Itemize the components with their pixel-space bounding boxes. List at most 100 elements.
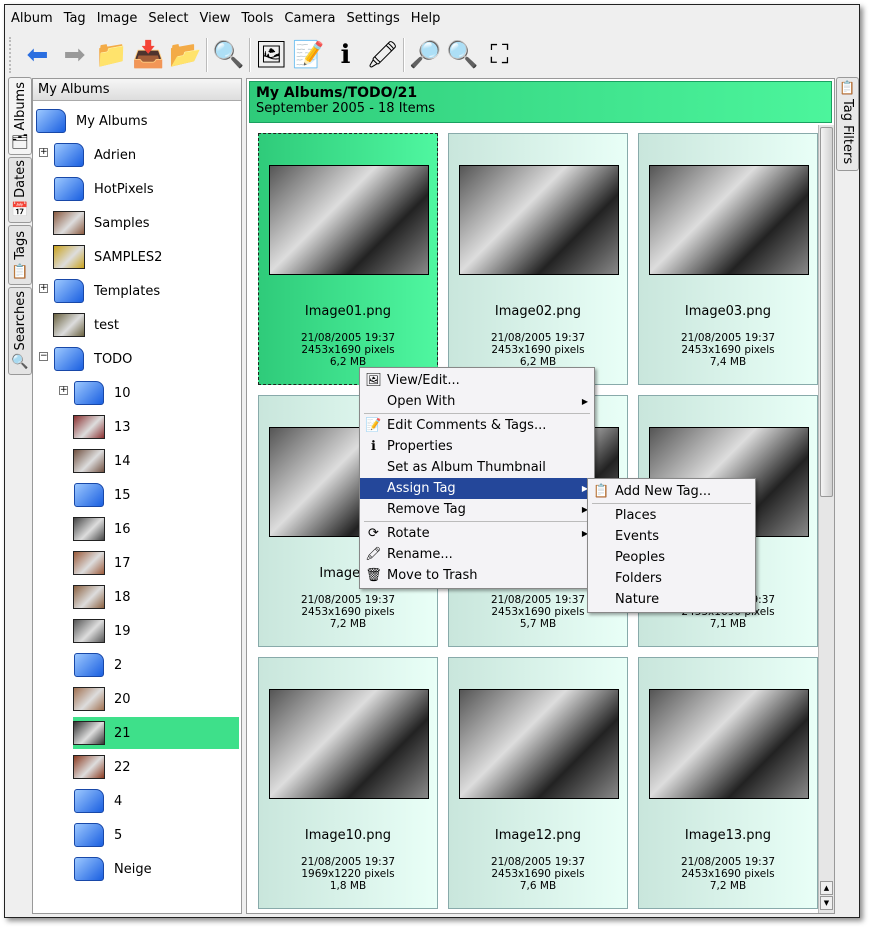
tree-item-label: 14 xyxy=(114,453,131,469)
trash-icon: 🗑 xyxy=(365,568,382,583)
tree-item[interactable]: Adrien xyxy=(53,139,136,171)
menu-tag[interactable]: Tag xyxy=(58,8,91,30)
menu-item-peoples[interactable]: Peoples xyxy=(588,547,755,568)
tab-label: Tags xyxy=(12,231,28,260)
menu-tools[interactable]: Tools xyxy=(235,8,278,30)
image-date: 21/08/2005 19:37 xyxy=(300,856,396,868)
tree-item[interactable]: 14 xyxy=(73,445,131,477)
image-dims: 2453x1690 pixels xyxy=(491,344,585,356)
menu-item-nature[interactable]: Nature xyxy=(588,589,755,610)
image-thumbnail-tile[interactable]: Image02.png 21/08/2005 19:37 2453x1690 pix… xyxy=(448,133,628,385)
tree-item[interactable]: 19 xyxy=(73,615,131,647)
tree-item[interactable]: 21 xyxy=(73,717,239,749)
tab-tags[interactable]: Tags 📋 xyxy=(8,225,32,285)
back-button[interactable]: ⬅ xyxy=(19,36,56,74)
folder-icon xyxy=(73,481,105,509)
tree-item[interactable]: HotPixels xyxy=(53,173,154,205)
search-button[interactable]: 🔍 xyxy=(210,36,247,74)
menu-item-assign-tag[interactable]: Assign Tag ▶ xyxy=(360,478,594,499)
menu-select[interactable]: Select xyxy=(142,8,193,30)
tab-tag-filters[interactable]: 📋 Tag Filters xyxy=(836,77,859,171)
properties-button[interactable]: ℹ xyxy=(327,36,364,74)
edit-album-button[interactable]: 📂 xyxy=(167,36,204,74)
menu-camera[interactable]: Camera xyxy=(278,8,340,30)
menu-item-places[interactable]: Places xyxy=(588,505,755,526)
import-album-button[interactable]: 📥 xyxy=(130,36,167,74)
scroll-down-button[interactable]: ▼ xyxy=(820,896,833,910)
scrollbar-thumb[interactable] xyxy=(820,127,833,497)
tree-item[interactable]: 15 xyxy=(73,479,131,511)
tree-item-label: Adrien xyxy=(94,147,137,163)
tree-expander[interactable]: + xyxy=(39,284,48,293)
assign-tag-submenu: 📋 Add New Tag... Places Events Peoples Folder… xyxy=(587,478,756,613)
toolbar-handle[interactable] xyxy=(9,37,19,73)
tree-item[interactable]: 2 xyxy=(73,649,122,681)
tree-item[interactable]: TODO xyxy=(53,343,132,375)
vertical-scrollbar[interactable]: ▲ ▼ xyxy=(818,125,834,913)
menu-item-view-edit[interactable]: 🖼 View/Edit... xyxy=(360,370,594,391)
tree-item[interactable]: 13 xyxy=(73,411,131,443)
tree-item[interactable]: 10 xyxy=(73,377,131,409)
menu-item-move-to-trash[interactable]: 🗑 Move to Trash xyxy=(360,565,594,586)
tree-expander[interactable]: + xyxy=(39,148,48,157)
new-album-button[interactable]: 📁 xyxy=(93,36,130,74)
tab-albums[interactable]: Albums 🗂 xyxy=(8,77,32,155)
zoom-out-button[interactable]: 🔍 xyxy=(444,36,481,74)
menu-item-edit-comments-tags[interactable]: 📝 Edit Comments & Tags... xyxy=(360,415,594,436)
tree-item[interactable]: 5 xyxy=(73,819,122,851)
menu-separator xyxy=(364,413,590,414)
image-thumbnail-tile[interactable]: Image01.png 21/08/2005 19:37 2453x1690 pix… xyxy=(258,133,438,385)
zoom-in-button[interactable]: 🔎 xyxy=(407,36,444,74)
tree-item[interactable]: 4 xyxy=(73,785,122,817)
menu-album[interactable]: Album xyxy=(5,8,58,30)
image-preview xyxy=(459,689,619,799)
menu-item-properties[interactable]: ℹ Properties xyxy=(360,436,594,457)
tree-item[interactable]: Templates xyxy=(53,275,160,307)
tree-item[interactable]: SAMPLES2 xyxy=(53,241,162,273)
tree-expander[interactable]: − xyxy=(39,352,48,361)
forward-button[interactable]: ➡ xyxy=(56,36,93,74)
tree-item[interactable]: 22 xyxy=(73,751,131,783)
folder-icon xyxy=(73,821,105,849)
edit-comments-button[interactable]: 📝 xyxy=(290,36,327,74)
tree-item[interactable]: 20 xyxy=(73,683,131,715)
edit-album-icon: 📂 xyxy=(169,40,202,70)
menu-item-add-new-tag[interactable]: 📋 Add New Tag... xyxy=(588,481,755,502)
menu-help[interactable]: Help xyxy=(405,8,446,30)
menu-item-set-as-album-thumbnail[interactable]: Set as Album Thumbnail xyxy=(360,457,594,478)
zoom-out-icon: 🔍 xyxy=(446,40,479,70)
tree-item[interactable]: Samples xyxy=(53,207,150,239)
image-thumbnail-tile[interactable]: Image10.png 21/08/2005 19:37 1969x1220 pix… xyxy=(258,657,438,909)
menu-item-events[interactable]: Events xyxy=(588,526,755,547)
view-image-button[interactable]: 🖼 xyxy=(253,36,290,74)
tree-item[interactable]: test xyxy=(53,309,119,341)
tree-item[interactable]: 16 xyxy=(73,513,131,545)
album-thumbnail xyxy=(73,617,105,645)
scroll-up-button[interactable]: ▲ xyxy=(820,881,833,895)
menu-item-open-with[interactable]: Open With ▶ xyxy=(360,391,594,412)
fullscreen-button[interactable]: ⛶ xyxy=(481,36,518,74)
image-thumbnail-tile[interactable]: Image13.png 21/08/2005 19:37 2453x1690 pix… xyxy=(638,657,818,909)
image-thumbnail-tile[interactable]: Image12.png 21/08/2005 19:37 2453x1690 pix… xyxy=(448,657,628,909)
tree-expander[interactable]: + xyxy=(59,386,68,395)
menu-image[interactable]: Image xyxy=(91,8,143,30)
rename-button[interactable]: 🖍 xyxy=(364,36,401,74)
tree-item[interactable]: Neige xyxy=(73,853,152,885)
tree-item[interactable]: 17 xyxy=(73,547,131,579)
tree-item[interactable]: My Albums xyxy=(35,105,147,137)
image-size: 7,6 MB xyxy=(519,880,557,892)
menu-view[interactable]: View xyxy=(194,8,236,30)
menu-settings[interactable]: Settings xyxy=(340,8,404,30)
menu-item-rotate[interactable]: ⟳ Rotate ▶ xyxy=(360,523,594,544)
tab-dates[interactable]: Dates 📅 xyxy=(8,157,32,223)
tree-item[interactable]: 18 xyxy=(73,581,131,613)
tree-item-label: HotPixels xyxy=(94,181,154,197)
tab-searches[interactable]: Searches 🔍 xyxy=(8,287,32,375)
image-thumbnail-tile[interactable]: Image03.png 21/08/2005 19:37 2453x1690 pix… xyxy=(638,133,818,385)
menu-item-folders[interactable]: Folders xyxy=(588,568,755,589)
menu-item-remove-tag[interactable]: Remove Tag ▶ xyxy=(360,499,594,520)
menu-item-rename[interactable]: 🖍 Rename... xyxy=(360,544,594,565)
edit-comments-icon: 📝 xyxy=(292,40,325,70)
image-dims: 2453x1690 pixels xyxy=(301,344,395,356)
tree-header[interactable]: My Albums xyxy=(33,79,241,101)
